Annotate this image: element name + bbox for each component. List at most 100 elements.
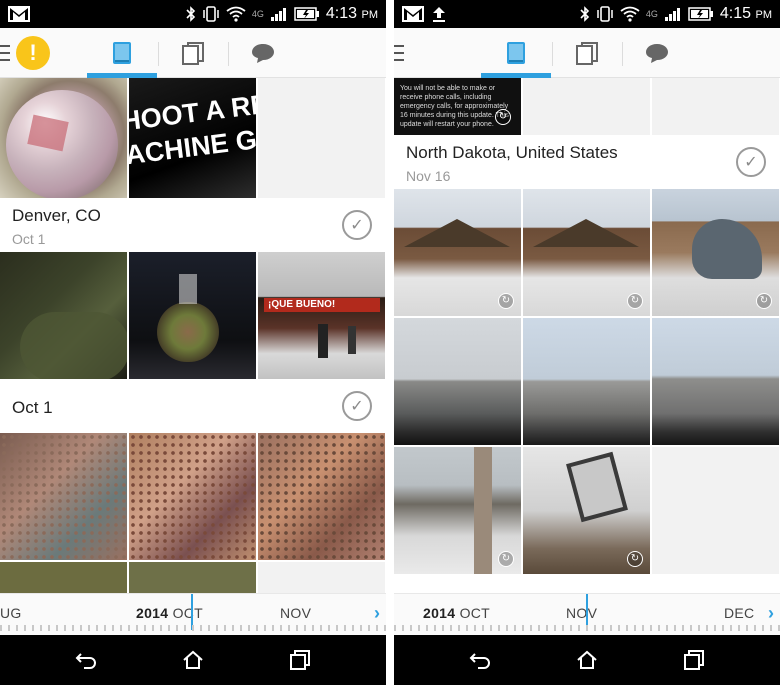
- chevron-right-icon[interactable]: ›: [768, 603, 774, 624]
- empty-tile: [523, 78, 650, 135]
- gmail-icon: [8, 6, 30, 22]
- phone-tab-icon: [113, 42, 131, 64]
- photo-row: ↻ ↻ ↻: [394, 189, 780, 316]
- section-date: Oct 1: [12, 231, 46, 247]
- home-icon[interactable]: [575, 648, 599, 672]
- bluetooth-icon: [186, 6, 196, 22]
- timeline-ticks: [0, 625, 386, 631]
- chat-tab-icon: [252, 44, 274, 63]
- section-header: Oct 1 ✓: [0, 379, 386, 433]
- back-icon[interactable]: [468, 648, 492, 672]
- photo-tile[interactable]: [129, 562, 256, 593]
- photo-row: ¡QUE BUENO!: [0, 252, 386, 379]
- photo-tile[interactable]: ¡QUE BUENO!: [258, 252, 385, 379]
- photo-row: [0, 433, 386, 560]
- timeline-ticks: [394, 625, 780, 631]
- tab-photos[interactable]: [481, 28, 551, 78]
- timeline-month: NOV: [280, 605, 312, 621]
- empty-tile: [258, 78, 385, 205]
- recents-icon[interactable]: [288, 648, 312, 672]
- clock: 4:13 PM: [325, 5, 378, 22]
- gmail-icon: [402, 6, 424, 22]
- timeline-current: 2014 OCT: [423, 605, 491, 621]
- photo-row: [394, 318, 780, 445]
- status-bar: 4G 4:13 PM: [0, 0, 386, 28]
- check-icon[interactable]: ✓: [342, 210, 372, 240]
- sign-text: ¡QUE BUENO!: [268, 299, 336, 310]
- photo-tile-blurred[interactable]: [0, 433, 127, 560]
- sync-icon: ↻: [756, 293, 772, 309]
- recents-icon[interactable]: [682, 648, 706, 672]
- menu-icon[interactable]: [0, 45, 10, 61]
- photo-grid: You will not be able to make or receive …: [394, 78, 780, 593]
- sync-icon: ↻: [627, 551, 643, 567]
- bluetooth-icon: [580, 6, 590, 22]
- photo-tile[interactable]: [0, 562, 127, 593]
- photo-tile[interactable]: ↻: [523, 189, 650, 316]
- photo-tile[interactable]: ↻: [394, 447, 521, 574]
- photo-tile-blurred[interactable]: [258, 433, 385, 560]
- tab-chat[interactable]: [622, 28, 692, 78]
- section-header: North Dakota, United States Nov 16 ✓: [394, 135, 780, 189]
- photo-tile-blurred[interactable]: [129, 433, 256, 560]
- cards-tab-icon: [576, 42, 598, 65]
- sync-icon: ↻: [498, 551, 514, 567]
- timeline-scrubber[interactable]: UG 2014 OCT NOV ›: [0, 593, 386, 635]
- photo-tile[interactable]: HOOT A REAL ACHINE GUN!: [129, 78, 256, 205]
- signal-icon: [664, 8, 680, 21]
- phone-tab-icon: [507, 42, 525, 64]
- wifi-icon: [620, 6, 640, 22]
- timeline-scrubber[interactable]: 2014 OCT NOV DEC ›: [394, 593, 780, 635]
- tab-collections[interactable]: [552, 28, 622, 78]
- photo-tile[interactable]: ↻: [394, 189, 521, 316]
- nav-bar: [0, 635, 386, 685]
- photo-tile[interactable]: [0, 252, 127, 379]
- check-icon[interactable]: ✓: [736, 147, 766, 177]
- photo-tile[interactable]: [394, 318, 521, 445]
- vibrate-icon: [203, 6, 219, 22]
- upload-icon: [433, 7, 445, 22]
- status-bar: 4G 4:15 PM: [394, 0, 780, 28]
- sync-icon: ↻: [498, 293, 514, 309]
- photo-row: HOOT A REAL ACHINE GUN!: [0, 78, 386, 205]
- section-title: Denver, CO: [12, 206, 101, 225]
- battery-icon: [294, 7, 319, 21]
- back-icon[interactable]: [74, 648, 98, 672]
- tab-bar: [394, 28, 780, 78]
- section-header: Denver, CO Oct 1 ✓: [0, 198, 386, 252]
- empty-tile: [652, 78, 779, 135]
- tab-collections[interactable]: [158, 28, 228, 78]
- wifi-icon: [226, 6, 246, 22]
- photo-tile[interactable]: You will not be able to make or receive …: [394, 78, 521, 135]
- photo-tile[interactable]: ↻: [523, 447, 650, 574]
- cards-tab-icon: [182, 42, 204, 65]
- photo-row: ↻ ↻: [394, 447, 780, 574]
- sync-icon: ↻: [495, 109, 511, 125]
- photo-tile[interactable]: [523, 318, 650, 445]
- home-icon[interactable]: [181, 648, 205, 672]
- photo-tile[interactable]: ↻: [652, 189, 779, 316]
- photo-tile[interactable]: [0, 78, 127, 205]
- chevron-right-icon[interactable]: ›: [374, 603, 380, 624]
- divider: [386, 0, 394, 685]
- signal-icon: [270, 8, 286, 21]
- tab-chat[interactable]: [228, 28, 298, 78]
- empty-tile: [258, 562, 385, 593]
- photo-row: [0, 562, 386, 593]
- section-title: Oct 1: [12, 398, 53, 417]
- check-icon[interactable]: ✓: [342, 391, 372, 421]
- photo-tile[interactable]: [652, 318, 779, 445]
- timeline-month: NOV: [566, 605, 598, 621]
- nav-bar: [394, 635, 780, 685]
- photo-grid: HOOT A REAL ACHINE GUN! Denver, CO Oct 1…: [0, 78, 386, 593]
- network-label: 4G: [251, 9, 264, 19]
- empty-tile: [652, 447, 779, 574]
- menu-icon[interactable]: [394, 45, 404, 61]
- section-date: Nov 16: [406, 168, 451, 184]
- alert-icon[interactable]: !: [16, 36, 50, 70]
- right-screen: 4G 4:15 PM You will not be able to make …: [394, 0, 780, 685]
- tab-photos[interactable]: [87, 28, 157, 78]
- section-title: North Dakota, United States: [406, 143, 618, 162]
- photo-tile[interactable]: [129, 252, 256, 379]
- battery-icon: [688, 7, 713, 21]
